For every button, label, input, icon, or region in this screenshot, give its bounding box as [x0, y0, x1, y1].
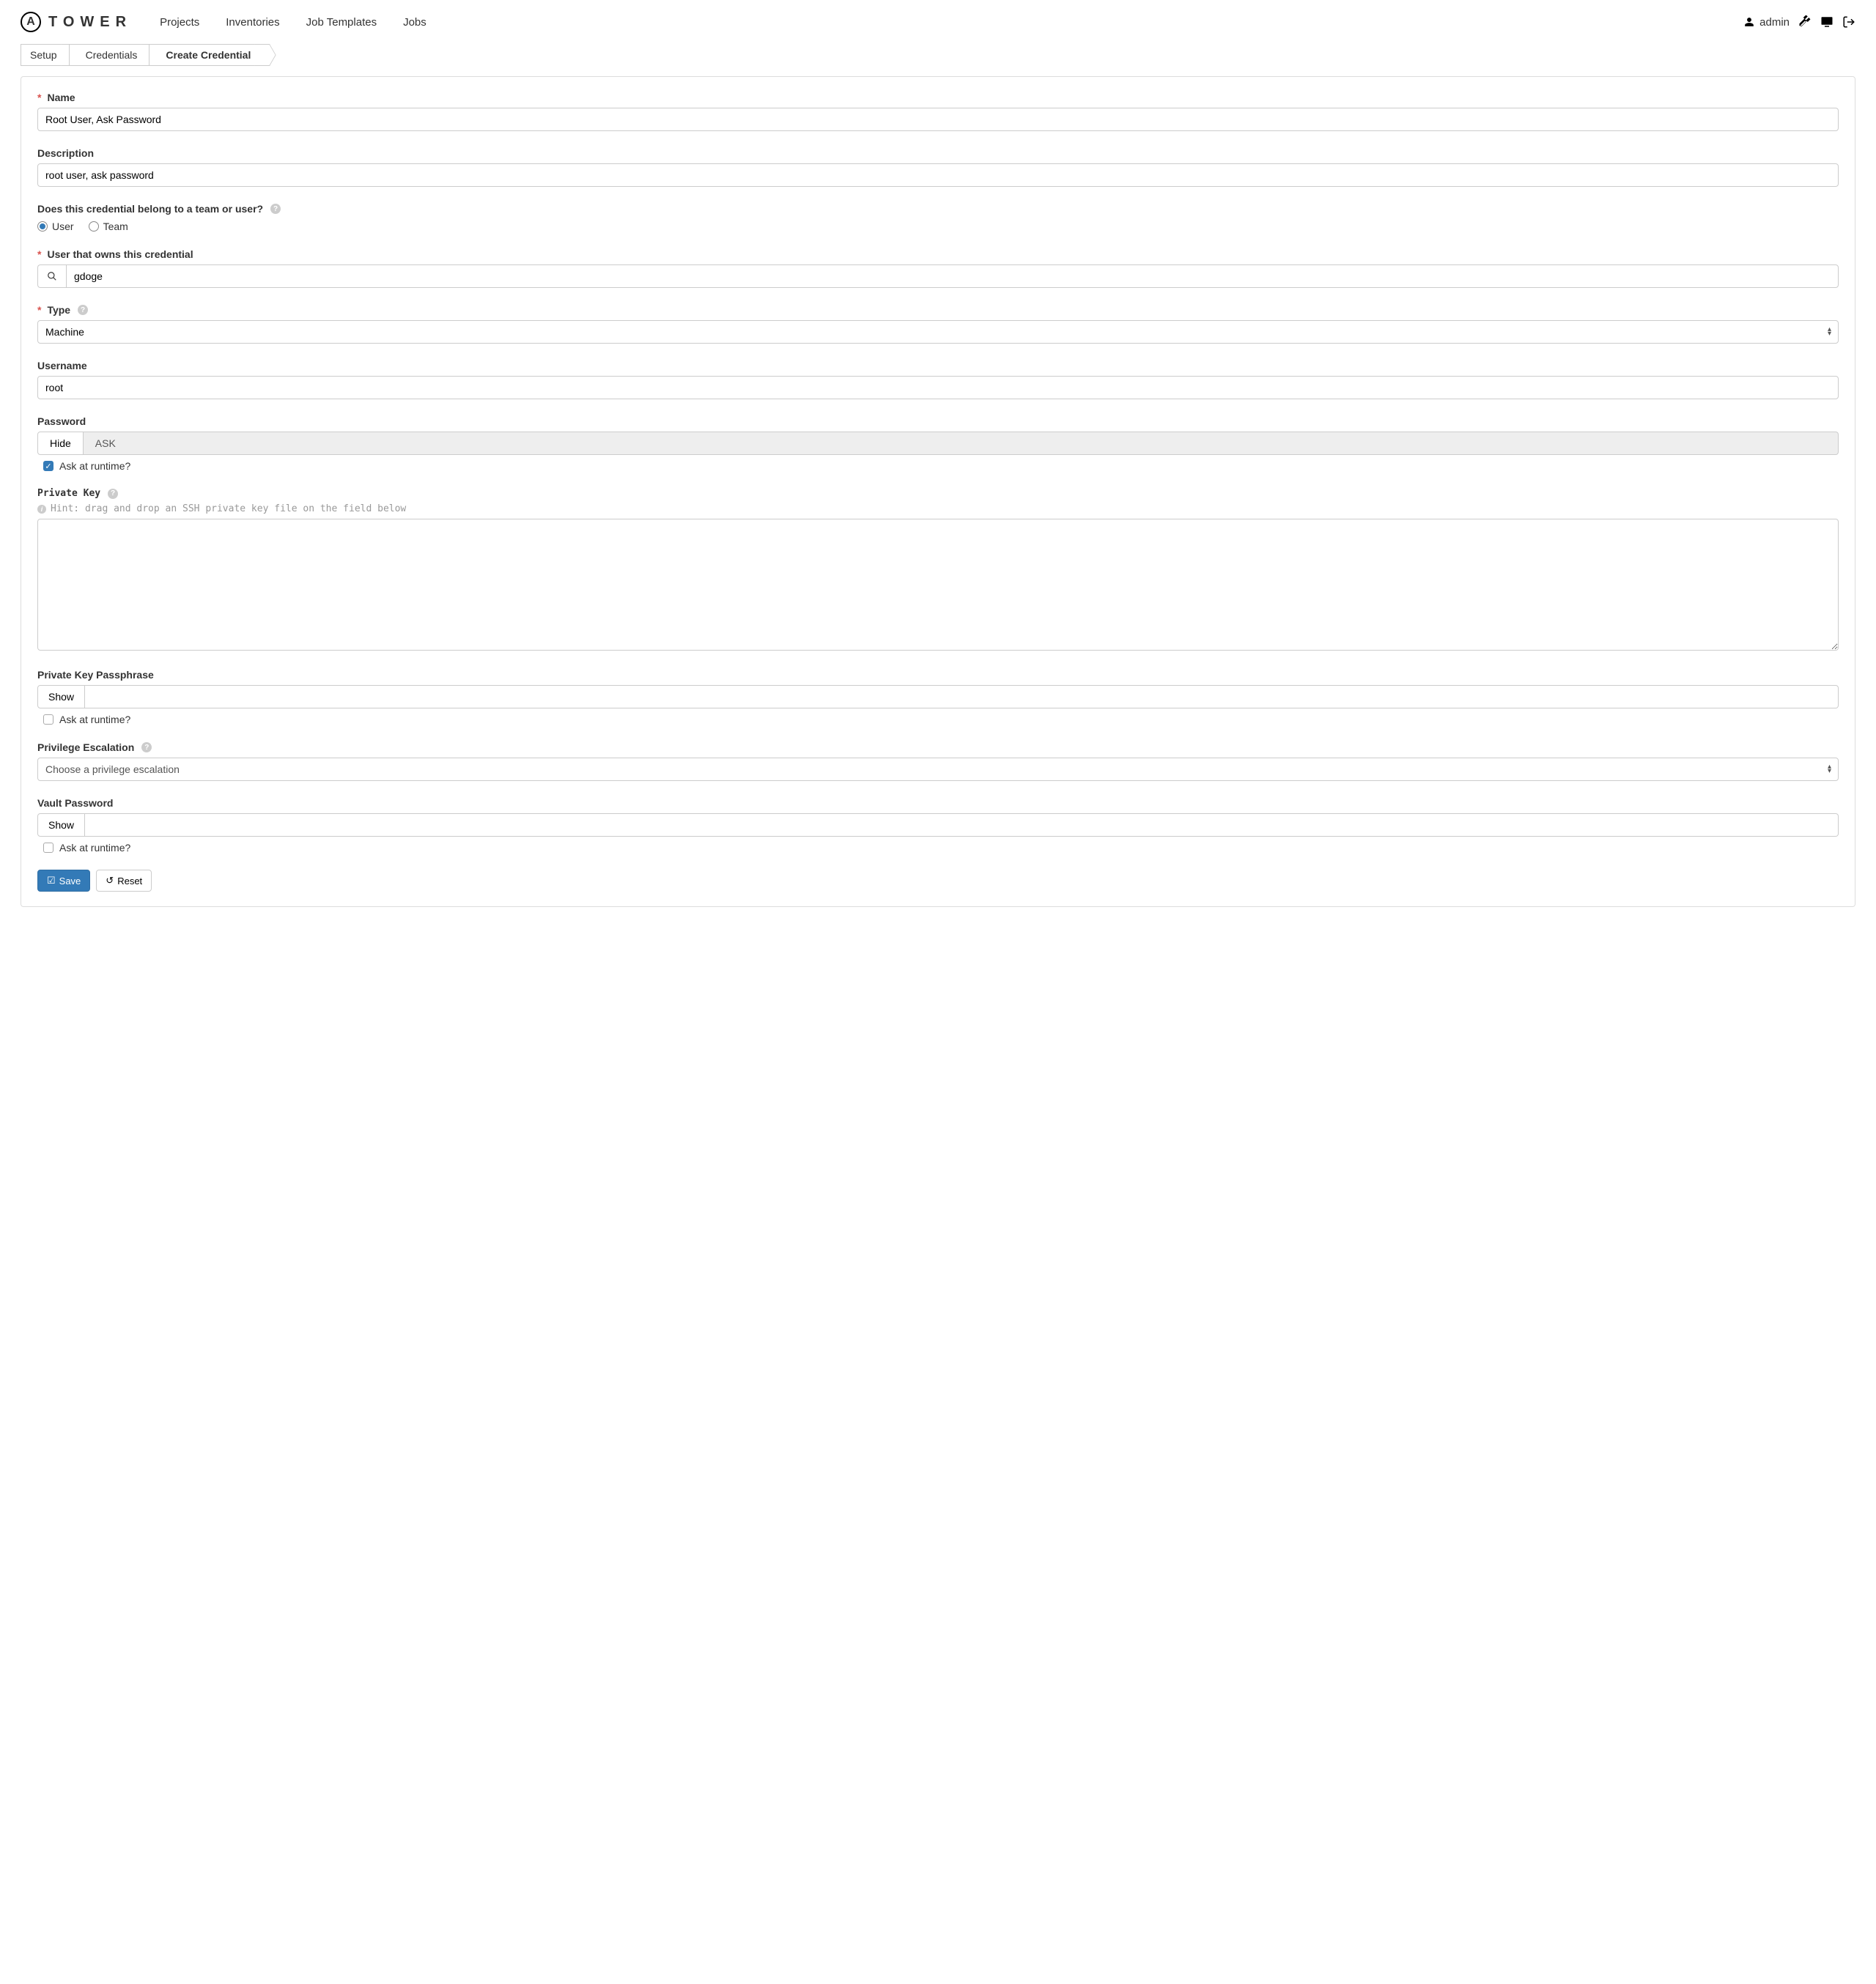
top-bar: A TOWER Projects Inventories Job Templat… — [0, 0, 1876, 44]
passphrase-ask-checkbox[interactable] — [43, 714, 53, 725]
vault-ask-label: Ask at runtime? — [59, 842, 130, 854]
crumb-create-credential[interactable]: Create Credential — [149, 44, 262, 66]
nav-job-templates[interactable]: Job Templates — [306, 16, 377, 29]
credential-form: *Name Description Does this credential b… — [21, 76, 1855, 907]
description-label: Description — [37, 147, 1839, 159]
form-actions: ☑ Save ↺ Reset — [37, 870, 1839, 892]
username-label: Username — [37, 360, 1839, 371]
nav-inventories[interactable]: Inventories — [226, 16, 279, 29]
breadcrumb: Setup Credentials Create Credential — [0, 44, 1876, 66]
passphrase-show-button[interactable]: Show — [37, 685, 85, 708]
password-ask-button[interactable]: ASK — [84, 432, 1839, 455]
logo[interactable]: A TOWER — [21, 12, 132, 32]
private-key-label: Private Key ? — [37, 488, 1839, 499]
owner-radio-user[interactable]: User — [37, 221, 74, 232]
passphrase-ask-label: Ask at runtime? — [59, 714, 130, 725]
type-label: *Type? — [37, 304, 1839, 316]
username-input[interactable] — [37, 376, 1839, 399]
vault-label: Vault Password — [37, 797, 1839, 809]
vault-input[interactable] — [85, 813, 1839, 837]
logo-icon: A — [21, 12, 41, 32]
owner-radio-team[interactable]: Team — [89, 221, 128, 232]
crumb-credentials[interactable]: Credentials — [69, 44, 149, 66]
nav-jobs[interactable]: Jobs — [403, 16, 426, 29]
radio-icon — [37, 221, 48, 232]
user-icon — [1743, 15, 1756, 29]
private-key-textarea[interactable] — [37, 519, 1839, 651]
settings-icon[interactable] — [1798, 15, 1812, 29]
user-owner-label: *User that owns this credential — [37, 248, 1839, 260]
current-user[interactable]: admin — [1743, 15, 1790, 29]
owner-radio-group: User Team — [37, 221, 1839, 232]
info-icon: i — [37, 505, 46, 514]
password-label: Password — [37, 415, 1839, 427]
passphrase-label: Private Key Passphrase — [37, 669, 1839, 681]
description-input[interactable] — [37, 163, 1839, 187]
private-key-hint: i Hint: drag and drop an SSH private key… — [37, 503, 1839, 514]
help-icon[interactable]: ? — [78, 305, 88, 315]
help-icon[interactable]: ? — [270, 204, 281, 214]
nav-projects[interactable]: Projects — [160, 16, 199, 29]
username-label: admin — [1759, 16, 1790, 29]
user-owner-input[interactable] — [66, 264, 1839, 288]
name-input[interactable] — [37, 108, 1839, 131]
password-hide-button[interactable]: Hide — [37, 432, 84, 455]
password-toggle-group: Hide ASK — [37, 432, 1839, 455]
radio-icon — [89, 221, 99, 232]
vault-show-button[interactable]: Show — [37, 813, 85, 837]
reset-button[interactable]: ↺ Reset — [96, 870, 152, 892]
password-ask-label: Ask at runtime? — [59, 460, 130, 472]
logout-icon[interactable] — [1842, 15, 1855, 29]
monitor-icon[interactable] — [1820, 15, 1833, 29]
check-icon: ☑ — [47, 875, 56, 886]
name-label: *Name — [37, 92, 1839, 103]
passphrase-input[interactable] — [85, 685, 1839, 708]
help-icon[interactable]: ? — [108, 489, 118, 499]
vault-ask-checkbox[interactable] — [43, 843, 53, 853]
type-select[interactable]: Machine — [37, 320, 1839, 344]
priv-esc-label: Privilege Escalation ? — [37, 741, 1839, 753]
topbar-right: admin — [1743, 15, 1855, 29]
save-button[interactable]: ☑ Save — [37, 870, 90, 892]
crumb-setup[interactable]: Setup — [21, 44, 69, 66]
reset-icon: ↺ — [106, 875, 114, 886]
logo-text: TOWER — [48, 14, 132, 31]
search-icon[interactable] — [37, 264, 66, 288]
owner-label: Does this credential belong to a team or… — [37, 203, 1839, 215]
password-ask-checkbox[interactable]: ✓ — [43, 461, 53, 471]
priv-esc-select[interactable]: Choose a privilege escalation — [37, 758, 1839, 781]
main-nav: Projects Inventories Job Templates Jobs — [160, 16, 426, 29]
help-icon[interactable]: ? — [141, 742, 152, 752]
